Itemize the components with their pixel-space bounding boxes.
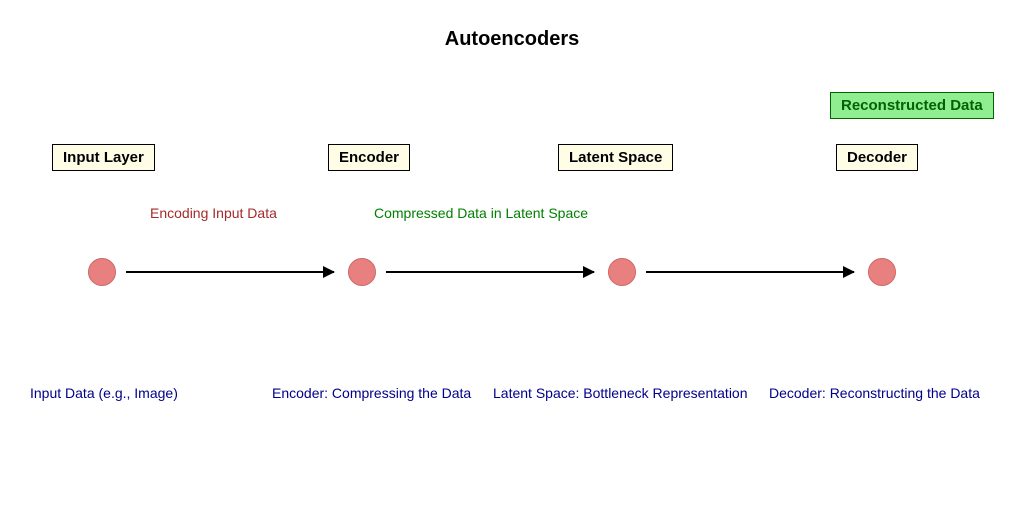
caption-latent: Latent Space: Bottleneck Representation bbox=[493, 385, 748, 401]
box-input-layer: Input Layer bbox=[52, 144, 155, 171]
node-latent bbox=[608, 258, 636, 286]
arrow-encoder-to-latent bbox=[386, 271, 594, 273]
caption-decoder: Decoder: Reconstructing the Data bbox=[769, 385, 980, 401]
diagram-title: Autoencoders bbox=[445, 28, 579, 51]
box-latent-space: Latent Space bbox=[558, 144, 673, 171]
caption-input: Input Data (e.g., Image) bbox=[30, 385, 178, 401]
edge-label-encoding: Encoding Input Data bbox=[150, 205, 277, 221]
box-encoder: Encoder bbox=[328, 144, 410, 171]
box-reconstructed-data: Reconstructed Data bbox=[830, 92, 994, 119]
arrow-latent-to-decoder bbox=[646, 271, 854, 273]
node-encoder bbox=[348, 258, 376, 286]
node-input bbox=[88, 258, 116, 286]
node-decoder bbox=[868, 258, 896, 286]
arrow-input-to-encoder bbox=[126, 271, 334, 273]
box-decoder: Decoder bbox=[836, 144, 918, 171]
edge-label-compressed: Compressed Data in Latent Space bbox=[374, 205, 588, 221]
caption-encoder: Encoder: Compressing the Data bbox=[272, 385, 471, 401]
